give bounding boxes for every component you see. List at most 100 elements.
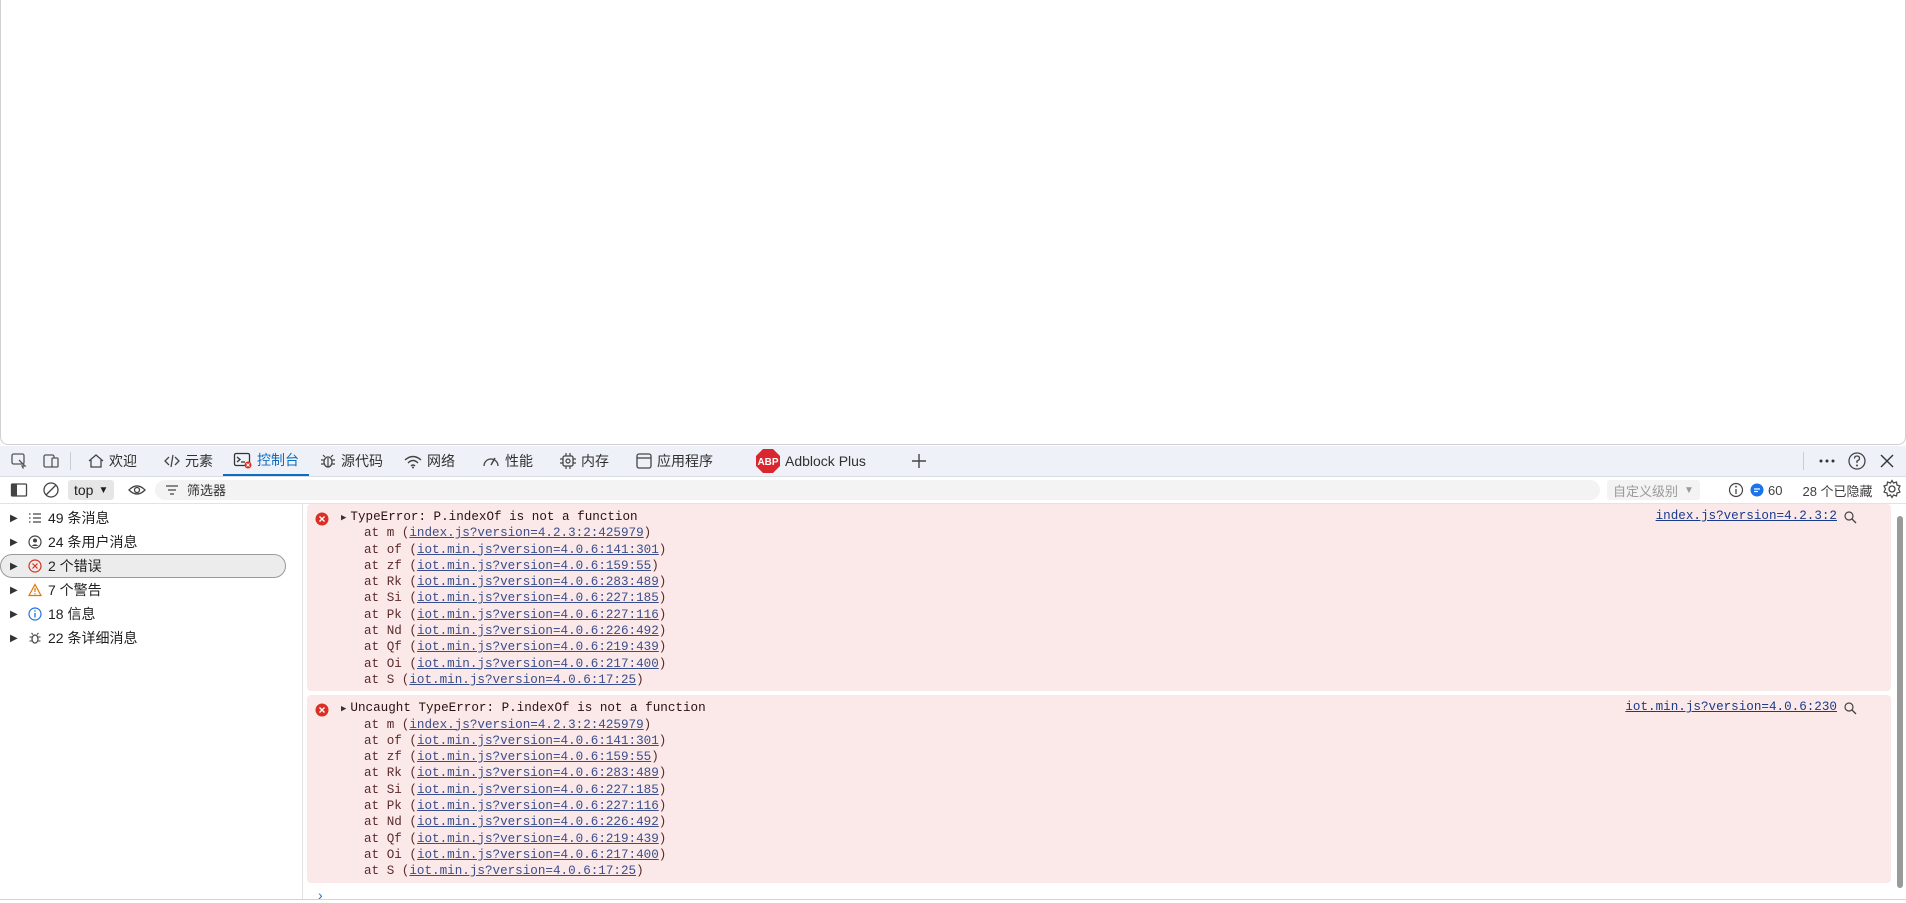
stack-frame-link[interactable]: iot.min.js?version=4.0.6:226:492: [417, 815, 659, 829]
tab-application[interactable]: 应用程序: [625, 446, 723, 476]
sidebar-item-label: 18 信息: [48, 606, 96, 622]
stack-frame-link[interactable]: iot.min.js?version=4.0.6:227:185: [417, 591, 659, 605]
tab-console[interactable]: 控制台: [223, 446, 309, 476]
tabbar-separator: [1803, 452, 1804, 470]
sidebar-item-info[interactable]: ▶ 18 信息: [10, 602, 302, 626]
stack-frame: at Pk (iot.min.js?version=4.0.6:227:116): [364, 799, 667, 814]
live-expression-eye-icon[interactable]: [124, 477, 150, 503]
stack-frame-link[interactable]: index.js?version=4.2.3:2:425979: [409, 718, 643, 732]
chevron-down-icon: ▼: [1684, 484, 1694, 496]
stack-frame-link[interactable]: iot.min.js?version=4.0.6:219:439: [417, 832, 659, 846]
stack-frame: at m (index.js?version=4.2.3:2:425979): [364, 526, 652, 541]
more-tools-icon[interactable]: [1814, 448, 1840, 474]
stack-frame-link[interactable]: iot.min.js?version=4.0.6:227:116: [417, 608, 659, 622]
home-icon: [88, 454, 104, 468]
console-prompt-chevron-icon[interactable]: ›: [318, 887, 323, 903]
filter-input[interactable]: [185, 481, 1569, 499]
user-icon: [28, 535, 42, 549]
sidebar-toggle-icon[interactable]: [6, 477, 32, 503]
message-source-link[interactable]: iot.min.js?version=4.0.6:230: [1625, 700, 1837, 714]
scrollbar-thumb[interactable]: [1897, 516, 1903, 888]
console-icon: [233, 452, 252, 469]
error-icon: [28, 559, 42, 573]
message-title-row[interactable]: ▶ TypeError: P.indexOf is not a function: [307, 509, 1891, 525]
stack-frame-link[interactable]: iot.min.js?version=4.0.6:217:400: [417, 848, 659, 862]
app-icon: [636, 453, 652, 469]
stack-frame-link[interactable]: iot.min.js?version=4.0.6:227:185: [417, 783, 659, 797]
svg-text:ABP: ABP: [757, 457, 778, 468]
console-messages: ▶ TypeError: P.indexOf is not a function …: [307, 504, 1891, 887]
levels-label: 自定义级别: [1613, 483, 1679, 499]
tab-welcome[interactable]: 欢迎: [77, 446, 147, 476]
expand-triangle-icon: ▶: [10, 536, 18, 548]
message-source-link[interactable]: index.js?version=4.2.3:2: [1656, 509, 1837, 523]
help-icon[interactable]: [1844, 448, 1870, 474]
verbose-icon: [29, 632, 41, 644]
tab-elements[interactable]: 元素: [153, 446, 223, 476]
stack-frame: at Si (iot.min.js?version=4.0.6:227:185): [364, 782, 667, 797]
expand-triangle-icon: ▶: [10, 608, 18, 620]
add-tab-button[interactable]: [900, 446, 942, 476]
stack-frame-link[interactable]: iot.min.js?version=4.0.6:159:55: [417, 750, 651, 764]
message-title: TypeError: P.indexOf is not a function: [350, 510, 638, 524]
stack-frame-link[interactable]: index.js?version=4.2.3:2:425979: [409, 526, 643, 540]
expand-triangle-icon: ▶: [10, 584, 18, 596]
plus-icon: [911, 454, 926, 468]
error-circle-icon: [315, 703, 329, 717]
gauge-icon: [483, 457, 499, 467]
stack-frame-link[interactable]: iot.min.js?version=4.0.6:217:400: [417, 657, 659, 671]
tab-label: 源代码: [341, 453, 383, 469]
stack-frame: at of (iot.min.js?version=4.0.6:141:301): [364, 733, 667, 748]
close-devtools-icon[interactable]: [1874, 448, 1900, 474]
stack-frame-link[interactable]: iot.min.js?version=4.0.6:159:55: [417, 559, 651, 573]
sidebar-item-warnings[interactable]: ▶ 7 个警告: [10, 578, 302, 602]
stack-frame: at Nd (iot.min.js?version=4.0.6:226:492): [364, 624, 667, 639]
tab-label: 元素: [185, 453, 213, 469]
bug-icon: [321, 454, 335, 468]
expand-triangle-icon: ▶: [341, 513, 347, 523]
stack-frame-link[interactable]: iot.min.js?version=4.0.6:219:439: [417, 640, 659, 654]
search-icon[interactable]: [1843, 701, 1857, 715]
sidebar-item-label: 2 个错误: [48, 558, 102, 574]
issues-count[interactable]: 60: [1768, 483, 1782, 498]
stack-frame-link[interactable]: iot.min.js?version=4.0.6:227:116: [417, 799, 659, 813]
expand-triangle-icon: ▶: [10, 512, 18, 524]
tab-adblock-plus[interactable]: ABP Adblock Plus: [745, 446, 876, 476]
sidebar-item-messages[interactable]: ▶ 49 条消息: [10, 506, 302, 530]
sidebar-item-user-messages[interactable]: ▶ 24 条用户消息: [10, 530, 302, 554]
sidebar-item-label: 24 条用户消息: [48, 534, 138, 550]
stack-frame-link[interactable]: iot.min.js?version=4.0.6:17:25: [409, 864, 636, 878]
stack-frame-link[interactable]: iot.min.js?version=4.0.6:17:25: [409, 673, 636, 687]
info-icon: [28, 607, 42, 621]
inspect-element-icon[interactable]: [6, 448, 32, 474]
clear-console-icon[interactable]: [38, 477, 64, 503]
sidebar-item-errors[interactable]: ▶ 2 个错误: [0, 554, 286, 578]
stack-frame: at Rk (iot.min.js?version=4.0.6:283:489): [364, 766, 667, 781]
tab-label: 欢迎: [109, 453, 137, 469]
log-levels-dropdown[interactable]: 自定义级别 ▼: [1607, 480, 1700, 500]
stack-frame-link[interactable]: iot.min.js?version=4.0.6:141:301: [417, 543, 659, 557]
error-message: ▶ Uncaught TypeError: P.indexOf is not a …: [307, 695, 1891, 883]
stack-frame: at Nd (iot.min.js?version=4.0.6:226:492): [364, 815, 667, 830]
tab-sources[interactable]: 源代码: [309, 446, 393, 476]
sidebar-item-verbose[interactable]: ▶ 22 条详细消息: [10, 626, 302, 650]
tab-network[interactable]: 网络: [393, 446, 465, 476]
expand-triangle-icon: ▶: [10, 632, 18, 644]
tab-label: Adblock Plus: [785, 453, 866, 469]
stack-frame-link[interactable]: iot.min.js?version=4.0.6:226:492: [417, 624, 659, 638]
stack-frame: at zf (iot.min.js?version=4.0.6:159:55): [364, 558, 659, 573]
stack-frame-link[interactable]: iot.min.js?version=4.0.6:141:301: [417, 734, 659, 748]
console-scrollbar[interactable]: [1896, 506, 1904, 900]
stack-frame-link[interactable]: iot.min.js?version=4.0.6:283:489: [417, 766, 659, 780]
search-icon[interactable]: [1843, 510, 1857, 524]
abp-icon: ABP: [756, 449, 780, 473]
stack-frame: at Pk (iot.min.js?version=4.0.6:227:116): [364, 607, 667, 622]
tab-performance[interactable]: 性能: [471, 446, 543, 476]
console-toolbar: top ▼ 自定义级别 ▼ 60 28 个已隐藏: [0, 477, 1906, 504]
hidden-count: 28 个已隐藏: [1802, 483, 1873, 499]
console-settings-icon[interactable]: [1882, 479, 1902, 502]
device-emulation-icon[interactable]: [38, 448, 64, 474]
stack-frame-link[interactable]: iot.min.js?version=4.0.6:283:489: [417, 575, 659, 589]
context-selector[interactable]: top ▼: [68, 480, 115, 500]
tab-memory[interactable]: 内存: [549, 446, 619, 476]
